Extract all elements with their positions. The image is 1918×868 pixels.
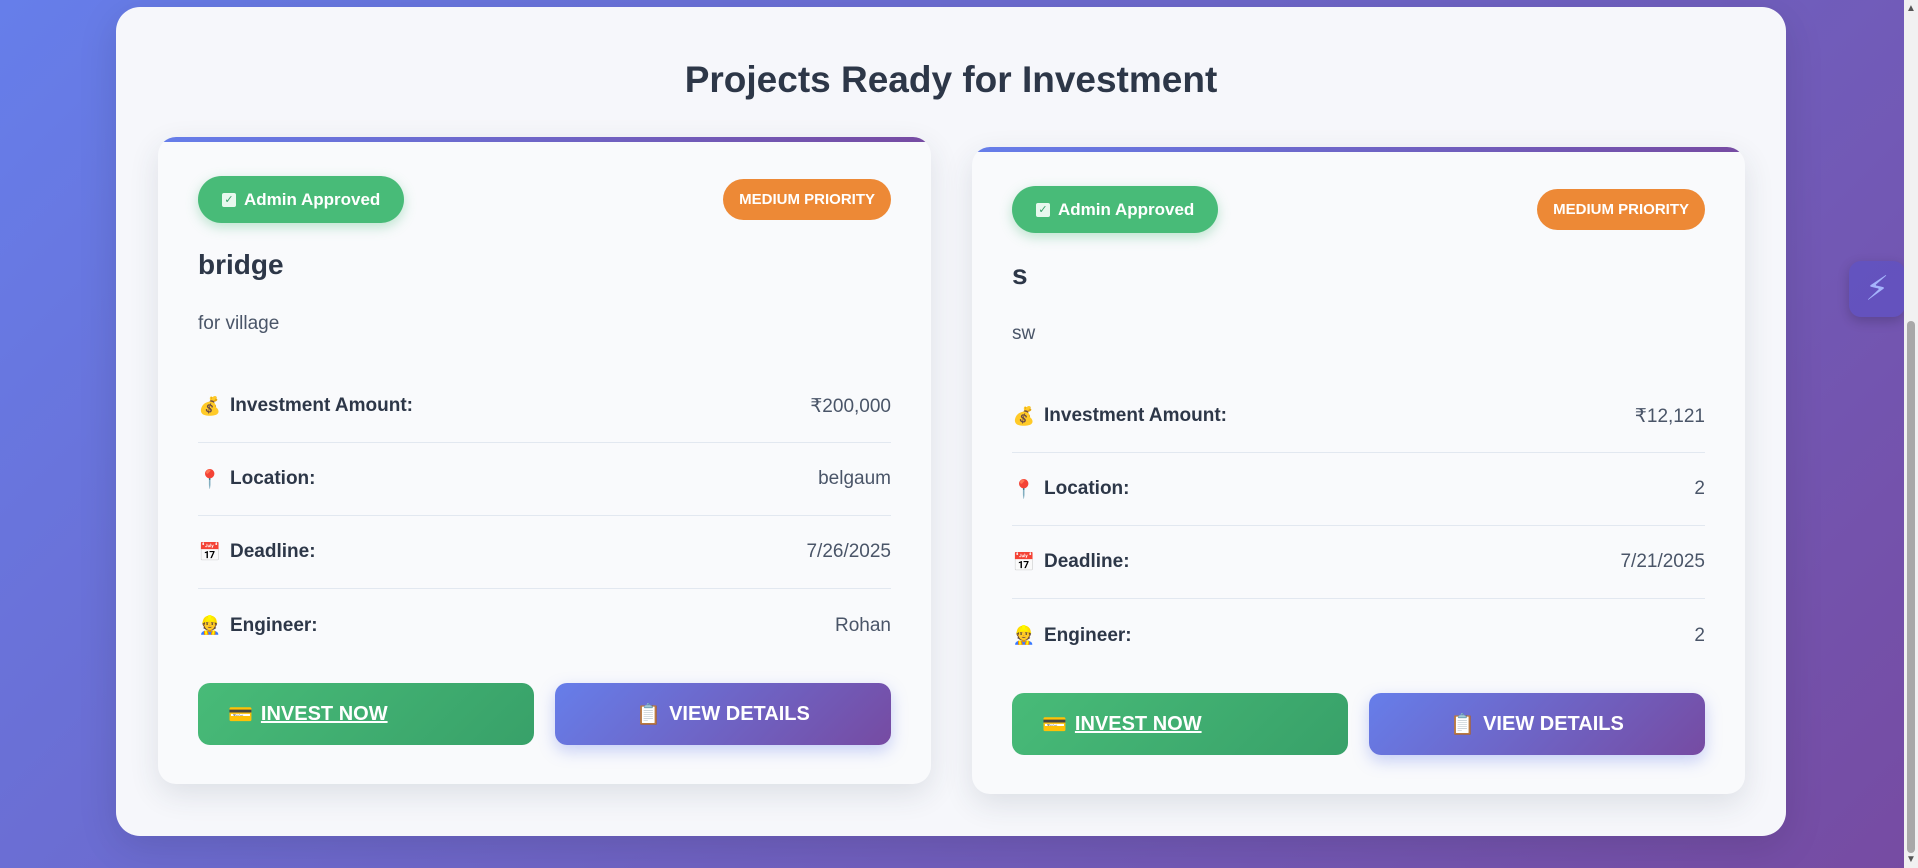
project-title: bridge bbox=[198, 249, 284, 280]
investment-amount-value: ₹12,121 bbox=[1634, 405, 1705, 427]
checkmark-icon: ✓ bbox=[222, 192, 236, 207]
card-accent-bar bbox=[972, 147, 1745, 152]
pin-icon: 📍 bbox=[1012, 478, 1036, 499]
checkmark-icon: ✓ bbox=[1036, 202, 1050, 217]
scrollbar-thumb[interactable] bbox=[1907, 321, 1915, 853]
approved-badge: ✓ Admin Approved bbox=[1012, 186, 1219, 233]
calendar-icon: 📅 bbox=[198, 541, 222, 562]
deadline-value: 7/26/2025 bbox=[806, 541, 891, 562]
detail-row-location: 📍 Location: belgaum bbox=[198, 443, 891, 516]
project-title: s bbox=[1012, 259, 1028, 290]
view-details-button[interactable]: 📋 VIEW DETAILS bbox=[555, 683, 891, 745]
page-title: Projects Ready for Investment bbox=[684, 59, 1218, 100]
floating-action-button[interactable]: ⚡ bbox=[1849, 261, 1905, 317]
project-details: 💰 Investment Amount: ₹12,121 📍 Location: 2… bbox=[1012, 380, 1705, 672]
project-description: sw bbox=[1012, 323, 1036, 344]
project-description: for village bbox=[198, 313, 280, 334]
detail-row-investment: 💰 Investment Amount: ₹200,000 bbox=[198, 370, 891, 443]
priority-badge: MEDIUM PRIORITY bbox=[1537, 189, 1705, 230]
card-accent-bar bbox=[158, 137, 931, 142]
projects-panel: Projects Ready for Investment ✓ Admin Ap… bbox=[116, 7, 1786, 836]
credit-card-icon: 💳 bbox=[1042, 713, 1067, 736]
project-card: ✓ Admin Approved MEDIUM PRIORITY s sw 💰 I… bbox=[972, 147, 1745, 794]
clipboard-icon: 📋 bbox=[1450, 713, 1476, 736]
view-details-button[interactable]: 📋 VIEW DETAILS bbox=[1369, 693, 1705, 755]
money-bag-icon: 💰 bbox=[1012, 405, 1036, 426]
location-value: belgaum bbox=[818, 468, 891, 489]
calendar-icon: 📅 bbox=[1012, 551, 1036, 572]
pin-icon: 📍 bbox=[198, 468, 222, 489]
detail-row-deadline: 📅 Deadline: 7/21/2025 bbox=[1012, 526, 1705, 599]
detail-row-engineer: 👷 Engineer: Rohan bbox=[198, 614, 891, 636]
deadline-value: 7/21/2025 bbox=[1620, 551, 1705, 572]
approved-badge: ✓ Admin Approved bbox=[198, 176, 405, 223]
lightning-icon: ⚡ bbox=[1865, 270, 1889, 308]
project-card: ✓ Admin Approved MEDIUM PRIORITY bridge … bbox=[158, 137, 931, 784]
detail-row-investment: 💰 Investment Amount: ₹12,121 bbox=[1012, 380, 1705, 453]
detail-row-deadline: 📅 Deadline: 7/26/2025 bbox=[198, 516, 891, 589]
location-value: 2 bbox=[1694, 478, 1705, 499]
invest-now-button[interactable]: 💳 INVEST NOW bbox=[198, 683, 534, 745]
investment-amount-value: ₹200,000 bbox=[810, 395, 891, 417]
priority-badge: MEDIUM PRIORITY bbox=[723, 179, 891, 220]
detail-row-engineer: 👷 Engineer: 2 bbox=[1012, 624, 1705, 646]
project-details: 💰 Investment Amount: ₹200,000 📍 Location: … bbox=[198, 370, 891, 662]
page-scrollbar[interactable]: ▲ ▼ bbox=[1904, 0, 1918, 868]
engineer-icon: 👷 bbox=[198, 615, 222, 635]
scroll-down-arrow-icon[interactable]: ▼ bbox=[1906, 854, 1916, 865]
scroll-up-arrow-icon[interactable]: ▲ bbox=[1906, 3, 1916, 14]
credit-card-icon: 💳 bbox=[228, 703, 253, 726]
money-bag-icon: 💰 bbox=[198, 395, 222, 416]
invest-now-button[interactable]: 💳 INVEST NOW bbox=[1012, 693, 1348, 755]
engineer-value: 2 bbox=[1694, 624, 1705, 646]
clipboard-icon: 📋 bbox=[636, 703, 662, 726]
engineer-icon: 👷 bbox=[1012, 625, 1036, 645]
engineer-value: Rohan bbox=[835, 614, 891, 636]
detail-row-location: 📍 Location: 2 bbox=[1012, 453, 1705, 526]
